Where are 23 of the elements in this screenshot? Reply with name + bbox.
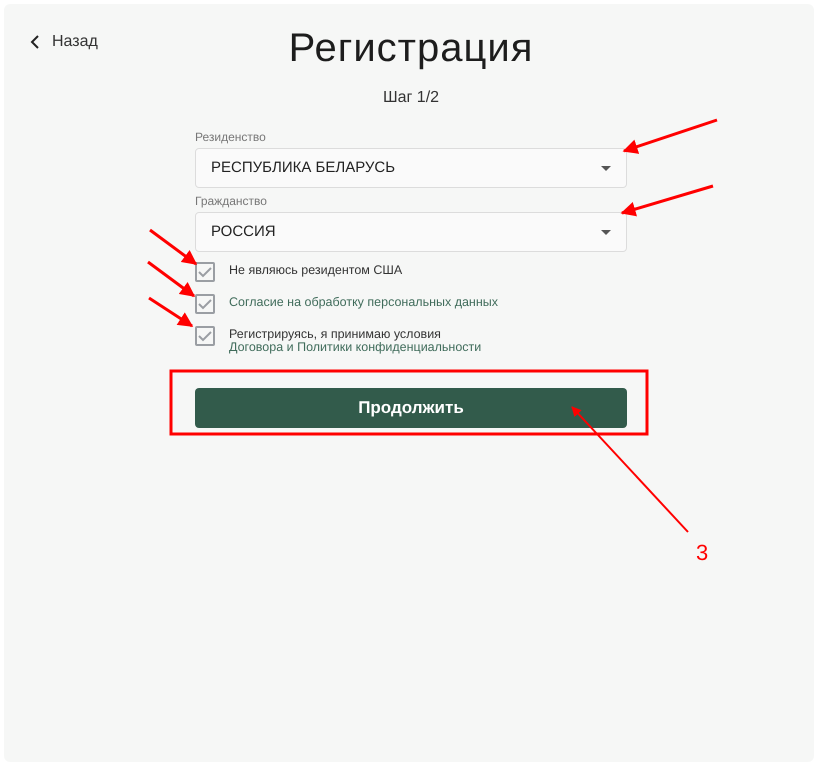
- annotation-arrow: [149, 228, 198, 266]
- caret-down-icon: [601, 230, 611, 234]
- field-label: Гражданство: [195, 193, 268, 210]
- checkbox-label: Регистрируясь, я принимаю условия Договора и Политики конфиденциальности: [229, 326, 482, 354]
- annotation-number: 3: [696, 539, 708, 567]
- chevron-left-icon: [30, 34, 40, 50]
- checkbox[interactable]: [195, 294, 215, 314]
- checkbox-label: Не являюсь резидентом США: [229, 262, 404, 277]
- annotation-arrow: [148, 296, 194, 328]
- dropdown-field[interactable]: РОССИЯ: [195, 212, 627, 252]
- dropdown-field[interactable]: РЕСПУБЛИКА БЕЛАРУСЬ: [195, 148, 627, 188]
- continue-button[interactable]: Продолжить: [195, 388, 627, 428]
- text-link[interactable]: конфиденциальности: [356, 340, 482, 354]
- checkbox[interactable]: [195, 262, 215, 282]
- annotation-arrow: [147, 260, 196, 298]
- text-link[interactable]: Договора и Политики: [229, 340, 356, 354]
- step-indicator: Шаг 1/2: [382, 88, 440, 108]
- checkbox[interactable]: [195, 326, 215, 346]
- back-link[interactable]: Назад: [30, 30, 98, 54]
- caret-down-icon: [601, 166, 611, 170]
- page-title: Регистрация: [288, 25, 534, 72]
- text-link[interactable]: Согласие на обработку персональных данных: [229, 295, 498, 309]
- field-label: Резиденство: [195, 129, 267, 146]
